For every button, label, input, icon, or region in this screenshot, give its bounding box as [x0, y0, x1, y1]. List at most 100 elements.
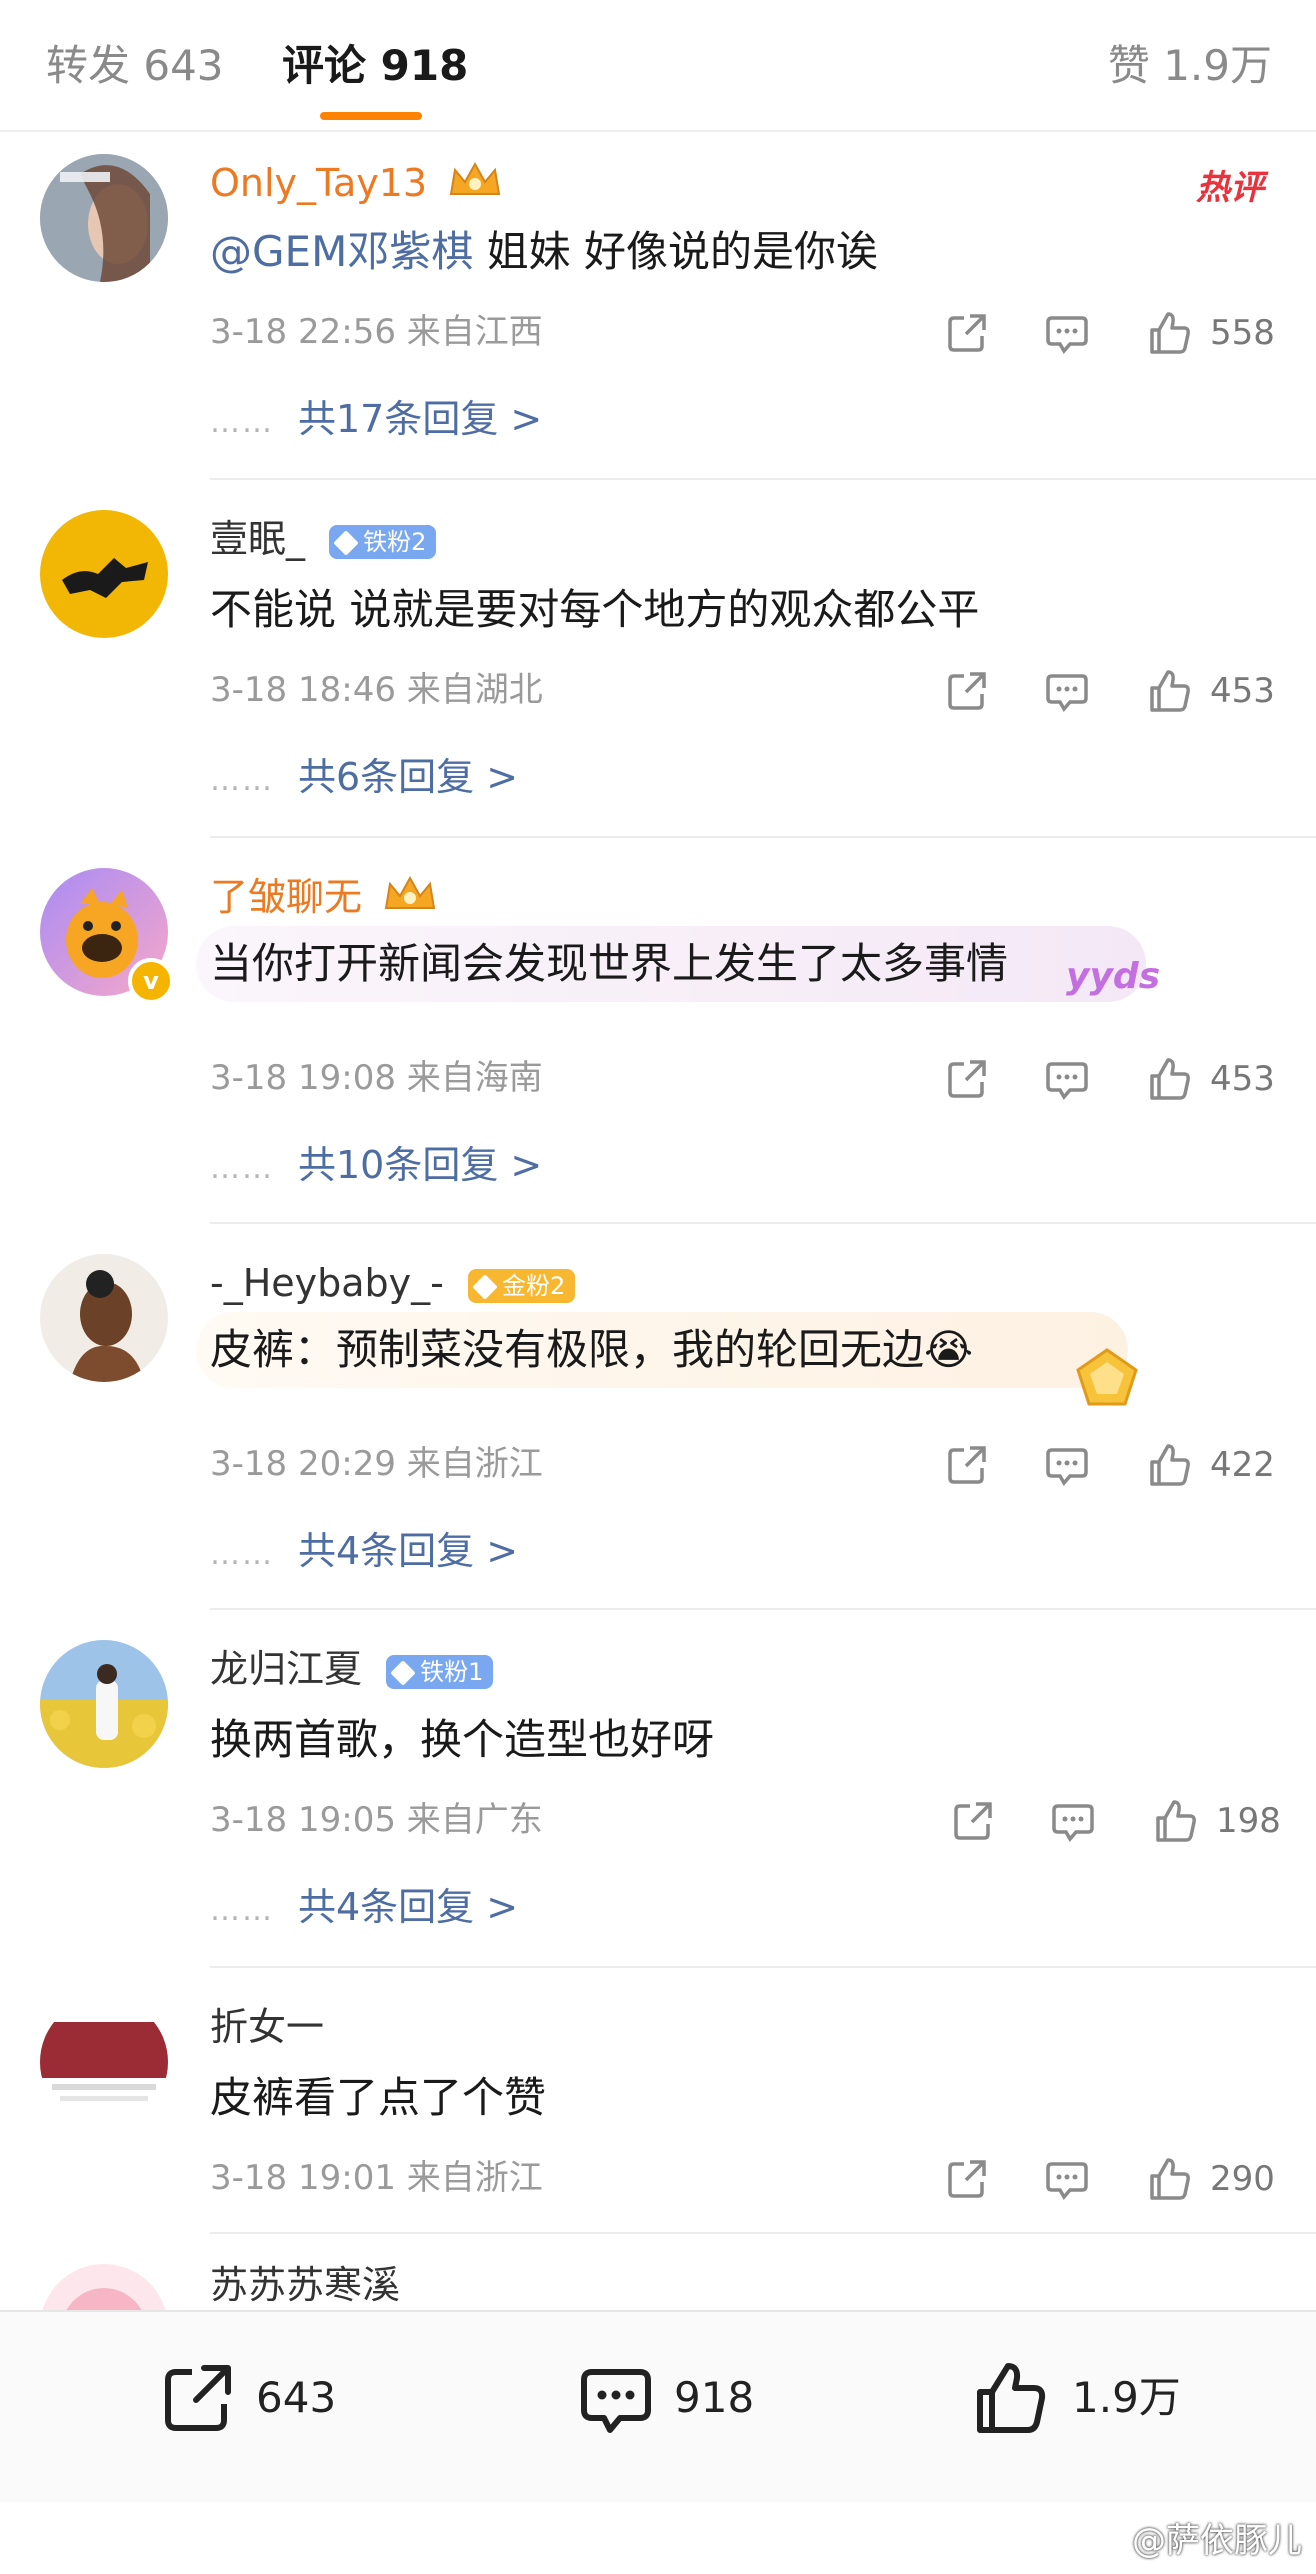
thumbs-up-icon[interactable]: [1146, 668, 1192, 714]
thumbs-up-icon[interactable]: [1146, 1056, 1192, 1102]
replies-text: 共6条回复 >: [298, 755, 519, 799]
comment-meta: 3-18 20:29 来自浙江: [210, 1444, 543, 1484]
view-replies-link[interactable]: …… 共4条回复 >: [210, 1882, 518, 1936]
tab-bar: 转发 643 评论 918 赞 1.9万: [0, 0, 1316, 132]
like-count: 558: [1210, 313, 1275, 353]
avatar[interactable]: [40, 1254, 168, 1382]
repost-button[interactable]: 643: [160, 2352, 400, 2442]
username-text: Only_Tay13: [210, 161, 428, 205]
reply-dots: ……: [210, 405, 274, 440]
share-icon[interactable]: [944, 310, 990, 356]
share-icon: [165, 2365, 231, 2431]
share-icon[interactable]: [944, 1442, 990, 1488]
username[interactable]: 折女一: [210, 2002, 324, 2052]
like-button[interactable]: 1.9万: [972, 2352, 1232, 2442]
view-replies-link[interactable]: …… 共4条回复 >: [210, 1526, 518, 1580]
username-text: 龙归江夏: [210, 1647, 363, 1691]
view-replies-link[interactable]: …… 共6条回复 >: [210, 752, 518, 806]
avatar[interactable]: [40, 510, 168, 638]
comment-icon[interactable]: [1044, 1442, 1090, 1488]
comment-text: 皮裤：预制菜没有极限，我的轮回无边😭: [210, 1322, 973, 1378]
crown-icon: [447, 160, 503, 212]
repost-count: 643: [256, 2373, 337, 2422]
comment-icon[interactable]: [1044, 1056, 1090, 1102]
verified-badge-icon: v: [128, 958, 174, 1004]
crying-emoji: 😭: [924, 1325, 974, 1374]
thumbs-up-icon[interactable]: [1146, 2156, 1192, 2202]
comment-text: 当你打开新闻会发现世界上发生了太多事情: [210, 939, 1009, 988]
username-text: 壹眠_: [210, 517, 306, 561]
comment-item: 折女一 皮裤看了点了个赞 3-18 19:01 来自浙江 290: [0, 1968, 1316, 2234]
replies-text: 共17条回复 >: [298, 397, 543, 441]
comment-text: @GEM邓紫棋 姐妹 好像说的是你诶: [210, 224, 878, 280]
thumbs-up-icon[interactable]: [1146, 1442, 1192, 1488]
reply-dots: ……: [210, 1151, 274, 1186]
replies-text: 共4条回复 >: [298, 1529, 519, 1573]
username[interactable]: Only_Tay13: [210, 158, 503, 212]
comment-body: 姐妹 好像说的是你诶: [473, 227, 879, 276]
username-text: 苏苏苏寒溪: [210, 2263, 401, 2307]
share-icon[interactable]: [944, 1056, 990, 1102]
reply-dots: ……: [210, 1893, 274, 1928]
comment-meta: 3-18 19:05 来自广东: [210, 1800, 543, 1840]
view-replies-link[interactable]: …… 共17条回复 >: [210, 394, 542, 448]
username-text: 折女一: [210, 2005, 325, 2049]
comment-text: 换两首歌，换个造型也好呀: [210, 1715, 715, 1764]
comment-body: 皮裤：预制菜没有极限，我的轮回无边: [210, 1325, 925, 1374]
replies-text: 共10条回复 >: [298, 1143, 543, 1187]
username-text: 了皱聊无: [210, 875, 363, 919]
like-count: 453: [1210, 671, 1275, 711]
comment-item: 苏苏苏寒溪: [0, 2234, 1316, 2310]
like-count: 453: [1210, 1059, 1275, 1099]
comment-icon[interactable]: [1050, 1798, 1096, 1844]
active-tab-indicator: [320, 112, 422, 120]
avatar[interactable]: [40, 2264, 168, 2310]
hot-comment-label: 热评: [1196, 168, 1264, 208]
tab-comment[interactable]: 评论 918: [282, 38, 468, 94]
username[interactable]: 了皱聊无: [210, 872, 438, 926]
comment-icon[interactable]: [1044, 668, 1090, 714]
like-count: 1.9万: [1072, 2373, 1181, 2422]
fan-badge: 铁粉1: [386, 1654, 494, 1689]
mention-link[interactable]: @GEM邓紫棋: [210, 227, 473, 276]
thumbs-up-icon[interactable]: [1152, 1798, 1198, 1844]
comment-item: Only_Tay13 热评 @GEM邓紫棋 姐妹 好像说的是你诶 3-18 22…: [0, 130, 1316, 480]
comment-meta: 3-18 19:01 来自浙江: [210, 2158, 543, 2198]
fan-badge-text: 铁粉1: [420, 1657, 484, 1686]
replies-text: 共4条回复 >: [298, 1885, 519, 1929]
fan-badge-text: 金粉2: [501, 1271, 566, 1300]
comment-meta: 3-18 19:08 来自海南: [210, 1058, 543, 1098]
comment-text: 不能说 说就是要对每个地方的观众都公平: [210, 585, 980, 634]
comment-meta: 3-18 18:46 来自湖北: [210, 670, 543, 710]
crown-icon: [382, 874, 438, 926]
avatar[interactable]: [40, 1998, 168, 2126]
comment-icon: [581, 2369, 651, 2433]
comment-item: v 了皱聊无 当你打开新闻会发现世界上发生了太多事情 yyds 3-18 19:…: [0, 838, 1316, 1224]
avatar[interactable]: [40, 1640, 168, 1768]
fan-badge: 铁粉2: [329, 524, 437, 559]
thumbs-up-icon: [977, 2363, 1046, 2433]
username[interactable]: 苏苏苏寒溪: [210, 2260, 400, 2310]
comment-button[interactable]: 918: [578, 2352, 818, 2442]
tab-repost[interactable]: 转发 643: [46, 38, 224, 94]
like-count: 290: [1210, 2159, 1275, 2199]
share-icon[interactable]: [950, 1798, 996, 1844]
username[interactable]: 壹眠_ 铁粉2: [210, 514, 437, 564]
comment-item: 壹眠_ 铁粉2 不能说 说就是要对每个地方的观众都公平 3-18 18:46 来…: [0, 480, 1316, 838]
fan-badge-text: 铁粉2: [363, 527, 427, 556]
bottom-action-bar: 643 918 1.9万: [0, 2310, 1316, 2502]
avatar[interactable]: [40, 154, 168, 282]
view-replies-link[interactable]: …… 共10条回复 >: [210, 1140, 542, 1194]
comment-icon[interactable]: [1044, 310, 1090, 356]
username[interactable]: 龙归江夏 铁粉1: [210, 1644, 494, 1694]
tab-like[interactable]: 赞 1.9万: [1108, 38, 1272, 94]
share-icon[interactable]: [944, 668, 990, 714]
comment-icon[interactable]: [1044, 2156, 1090, 2202]
comment-item: -_Heybaby_- 金粉2 皮裤：预制菜没有极限，我的轮回无边😭 3-18 …: [0, 1224, 1316, 1610]
thumbs-up-icon[interactable]: [1146, 310, 1192, 356]
comment-item: 龙归江夏 铁粉1 换两首歌，换个造型也好呀 3-18 19:05 来自广东 19…: [0, 1610, 1316, 1968]
share-icon[interactable]: [944, 2156, 990, 2202]
username[interactable]: -_Heybaby_- 金粉2: [210, 1258, 576, 1308]
comment-count: 918: [674, 2373, 755, 2422]
fan-badge: 金粉2: [467, 1268, 576, 1303]
